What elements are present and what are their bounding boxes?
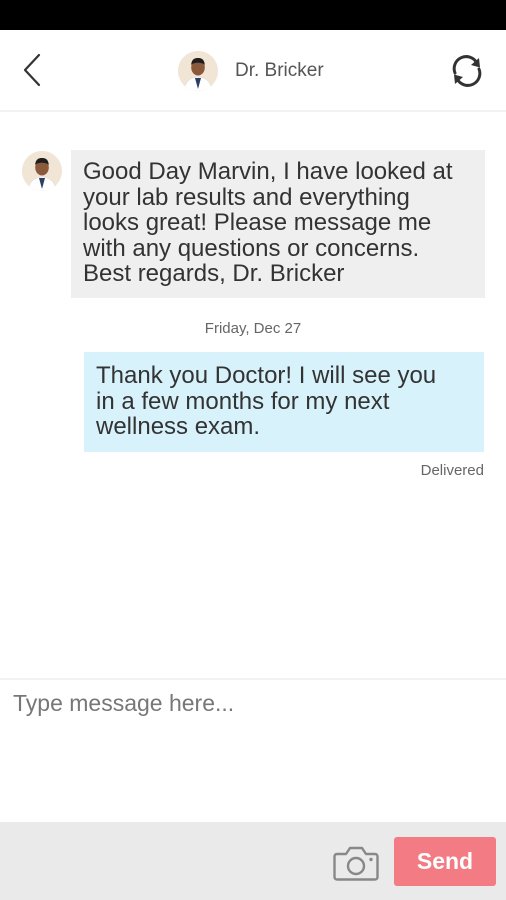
message-line: your lab results and everything [83, 183, 410, 211]
contact-info[interactable]: Dr. Bricker [178, 50, 324, 92]
back-button[interactable] [14, 50, 54, 90]
message-composer [0, 678, 506, 822]
contact-name: Dr. Bricker [235, 60, 324, 81]
message-line: looks great! Please message me [83, 209, 432, 236]
message-line: Good Day Marvin, I have looked at [83, 158, 453, 185]
delivery-status: Delivered [420, 462, 484, 479]
chevron-left-icon [23, 53, 41, 87]
camera-button[interactable] [332, 842, 380, 884]
incoming-message-bubble[interactable]: Good Day Marvin, I have looked at your l… [71, 150, 485, 298]
action-bar: Send [0, 822, 506, 900]
status-bar [0, 0, 506, 30]
message-line: in a few months for my next [96, 387, 390, 415]
message-input[interactable] [0, 680, 506, 822]
refresh-icon [452, 55, 482, 87]
message-line: Best regards, Dr. Bricker [83, 260, 345, 287]
sender-avatar [22, 151, 62, 191]
outgoing-message-bubble[interactable]: Thank you Doctor! I will see you in a fe… [84, 352, 484, 452]
message-line: with any questions or concerns. [83, 234, 420, 262]
avatar [178, 51, 218, 91]
message-line: wellness exam. [96, 413, 261, 440]
date-separator: Friday, Dec 27 [204, 320, 302, 337]
refresh-button[interactable] [446, 50, 488, 92]
message-line: Thank you Doctor! I will see you [96, 362, 437, 389]
chat-header: Dr. Bricker [0, 30, 506, 112]
send-button[interactable]: Send [394, 837, 496, 886]
camera-icon [333, 846, 379, 881]
